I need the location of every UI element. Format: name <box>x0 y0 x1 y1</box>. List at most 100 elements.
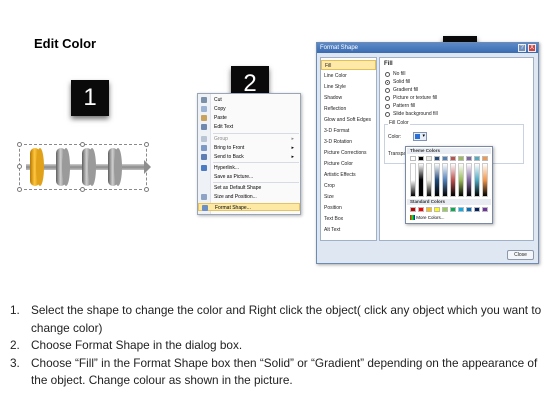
sidebar-item-line-style[interactable]: Line Style <box>321 82 376 92</box>
sidebar-item-position[interactable]: Position <box>321 203 376 213</box>
sidebar-item-text-box[interactable]: Text Box <box>321 214 376 224</box>
color-shade-column[interactable] <box>426 163 432 197</box>
color-picker-dropdown: Theme Colors Standard Colors More Colors… <box>405 146 493 224</box>
send-back-icon <box>201 154 207 160</box>
instruction-item: 3. Choose “Fill” in the Format Shape box… <box>10 355 538 388</box>
menu-item-hyperlink[interactable]: Hyperlink... <box>198 164 300 172</box>
standard-color-swatch[interactable] <box>442 207 448 212</box>
color-shade-column[interactable] <box>442 163 448 197</box>
color-swatch[interactable] <box>418 156 424 161</box>
menu-item-format-shape[interactable]: Format Shape... <box>198 203 300 211</box>
color-shade-column[interactable] <box>474 163 480 197</box>
color-swatch[interactable] <box>474 156 480 161</box>
paint-bucket-icon <box>415 134 420 139</box>
menu-item-set-default-shape[interactable]: Set as Default Shape <box>198 184 300 192</box>
color-swatch[interactable] <box>434 156 440 161</box>
standard-color-swatch[interactable] <box>474 207 480 212</box>
menu-item-paste[interactable]: Paste <box>198 114 300 122</box>
color-shade-column[interactable] <box>458 163 464 197</box>
sidebar-item-alt-text[interactable]: Alt Text <box>321 225 376 235</box>
color-swatch[interactable] <box>466 156 472 161</box>
submenu-arrow-icon: ▸ <box>291 145 294 151</box>
radio-no-fill[interactable] <box>385 72 390 77</box>
menu-item-edit-text[interactable]: Edit Text <box>198 123 300 131</box>
group-icon <box>201 136 207 142</box>
dialog-title: Format Shape <box>317 43 538 53</box>
option-label: Solid fill <box>393 79 411 85</box>
paste-icon <box>201 115 207 121</box>
theme-colors-header: Theme Colors <box>407 148 491 154</box>
option-label: Gradient fill <box>393 87 419 93</box>
close-button[interactable]: Close <box>507 250 534 260</box>
sidebar-item-artistic-effects[interactable]: Artistic Effects <box>321 170 376 180</box>
instruction-item: 2. Choose Format Shape in the dialog box… <box>10 338 243 352</box>
menu-item-size-and-position[interactable]: Size and Position... <box>198 193 300 201</box>
help-button[interactable]: ? <box>518 44 526 52</box>
color-swatch[interactable] <box>482 156 488 161</box>
radio-solid-fill[interactable] <box>385 80 390 85</box>
color-swatch[interactable] <box>442 156 448 161</box>
color-swatch[interactable] <box>426 156 432 161</box>
standard-color-swatch[interactable] <box>466 207 472 212</box>
size-icon <box>201 194 207 200</box>
text-icon <box>201 124 207 130</box>
sidebar-item-crop[interactable]: Crop <box>321 181 376 191</box>
standard-color-swatch[interactable] <box>434 207 440 212</box>
chevron-down-icon: ▾ <box>422 133 425 139</box>
standard-color-swatch[interactable] <box>458 207 464 212</box>
submenu-arrow-icon: ▸ <box>291 136 294 142</box>
color-shade-column[interactable] <box>418 163 424 197</box>
radio-picture-fill[interactable] <box>385 96 390 101</box>
step-1-badge: 1 <box>71 80 109 116</box>
radio-slide-background-fill[interactable] <box>385 112 390 117</box>
color-shade-column[interactable] <box>410 163 416 197</box>
color-swatch[interactable] <box>450 156 456 161</box>
sidebar-item-shadow[interactable]: Shadow <box>321 93 376 103</box>
option-label: Picture or texture fill <box>393 95 438 101</box>
dialog-sidebar: Fill Line Color Line Style Shadow Reflec… <box>320 57 377 241</box>
standard-color-swatch[interactable] <box>482 207 488 212</box>
radio-pattern-fill[interactable] <box>385 104 390 109</box>
menu-item-bring-to-front[interactable]: Bring to Front ▸ <box>198 144 300 152</box>
color-swatch[interactable] <box>458 156 464 161</box>
menu-separator <box>213 133 299 134</box>
menu-item-save-as-picture[interactable]: Save as Picture... <box>198 173 300 181</box>
radio-gradient-fill[interactable] <box>385 88 390 93</box>
bring-front-icon <box>201 145 207 151</box>
sidebar-item-fill[interactable]: Fill <box>321 60 376 70</box>
sidebar-item-size[interactable]: Size <box>321 192 376 202</box>
standard-color-swatch[interactable] <box>410 207 416 212</box>
sidebar-item-reflection[interactable]: Reflection <box>321 104 376 114</box>
standard-colors-header: Standard Colors <box>407 199 491 205</box>
menu-separator <box>213 162 299 163</box>
instruction-item: 1. Select the shape to change the color … <box>10 303 542 335</box>
sidebar-item-glow[interactable]: Glow and Soft Edges <box>321 115 376 125</box>
color-shade-column[interactable] <box>450 163 456 197</box>
color-shade-column[interactable] <box>466 163 472 197</box>
transparency-label: Transpa <box>388 151 407 157</box>
color-swatch[interactable] <box>410 156 416 161</box>
page-title: Edit Color <box>34 36 97 51</box>
color-shade-column[interactable] <box>482 163 488 197</box>
option-label: Pattern fill <box>393 103 416 109</box>
menu-item-copy[interactable]: Copy <box>198 105 300 113</box>
sidebar-item-picture-corrections[interactable]: Picture Corrections <box>321 148 376 158</box>
context-menu: Cut Copy Paste Edit Text Group ▸ Bring t… <box>197 93 301 215</box>
standard-color-swatch[interactable] <box>450 207 456 212</box>
selected-shape-graphic[interactable] <box>8 140 154 194</box>
menu-item-group[interactable]: Group ▸ <box>198 135 300 143</box>
close-x-button[interactable]: X <box>528 44 536 52</box>
color-shade-column[interactable] <box>434 163 440 197</box>
sidebar-item-3d-rotation[interactable]: 3-D Rotation <box>321 137 376 147</box>
cylinder-chain-icon <box>26 148 151 186</box>
sidebar-item-3d-format[interactable]: 3-D Format <box>321 126 376 136</box>
sidebar-item-line-color[interactable]: Line Color <box>321 71 376 81</box>
more-colors-item[interactable]: More Colors... <box>410 215 445 221</box>
standard-color-swatch[interactable] <box>418 207 424 212</box>
menu-item-send-to-back[interactable]: Send to Back ▸ <box>198 153 300 161</box>
sidebar-item-picture-color[interactable]: Picture Color <box>321 159 376 169</box>
color-dropdown-button[interactable]: ▾ <box>413 132 427 141</box>
menu-item-cut[interactable]: Cut <box>198 96 300 104</box>
scissors-icon <box>201 97 207 103</box>
standard-color-swatch[interactable] <box>426 207 432 212</box>
